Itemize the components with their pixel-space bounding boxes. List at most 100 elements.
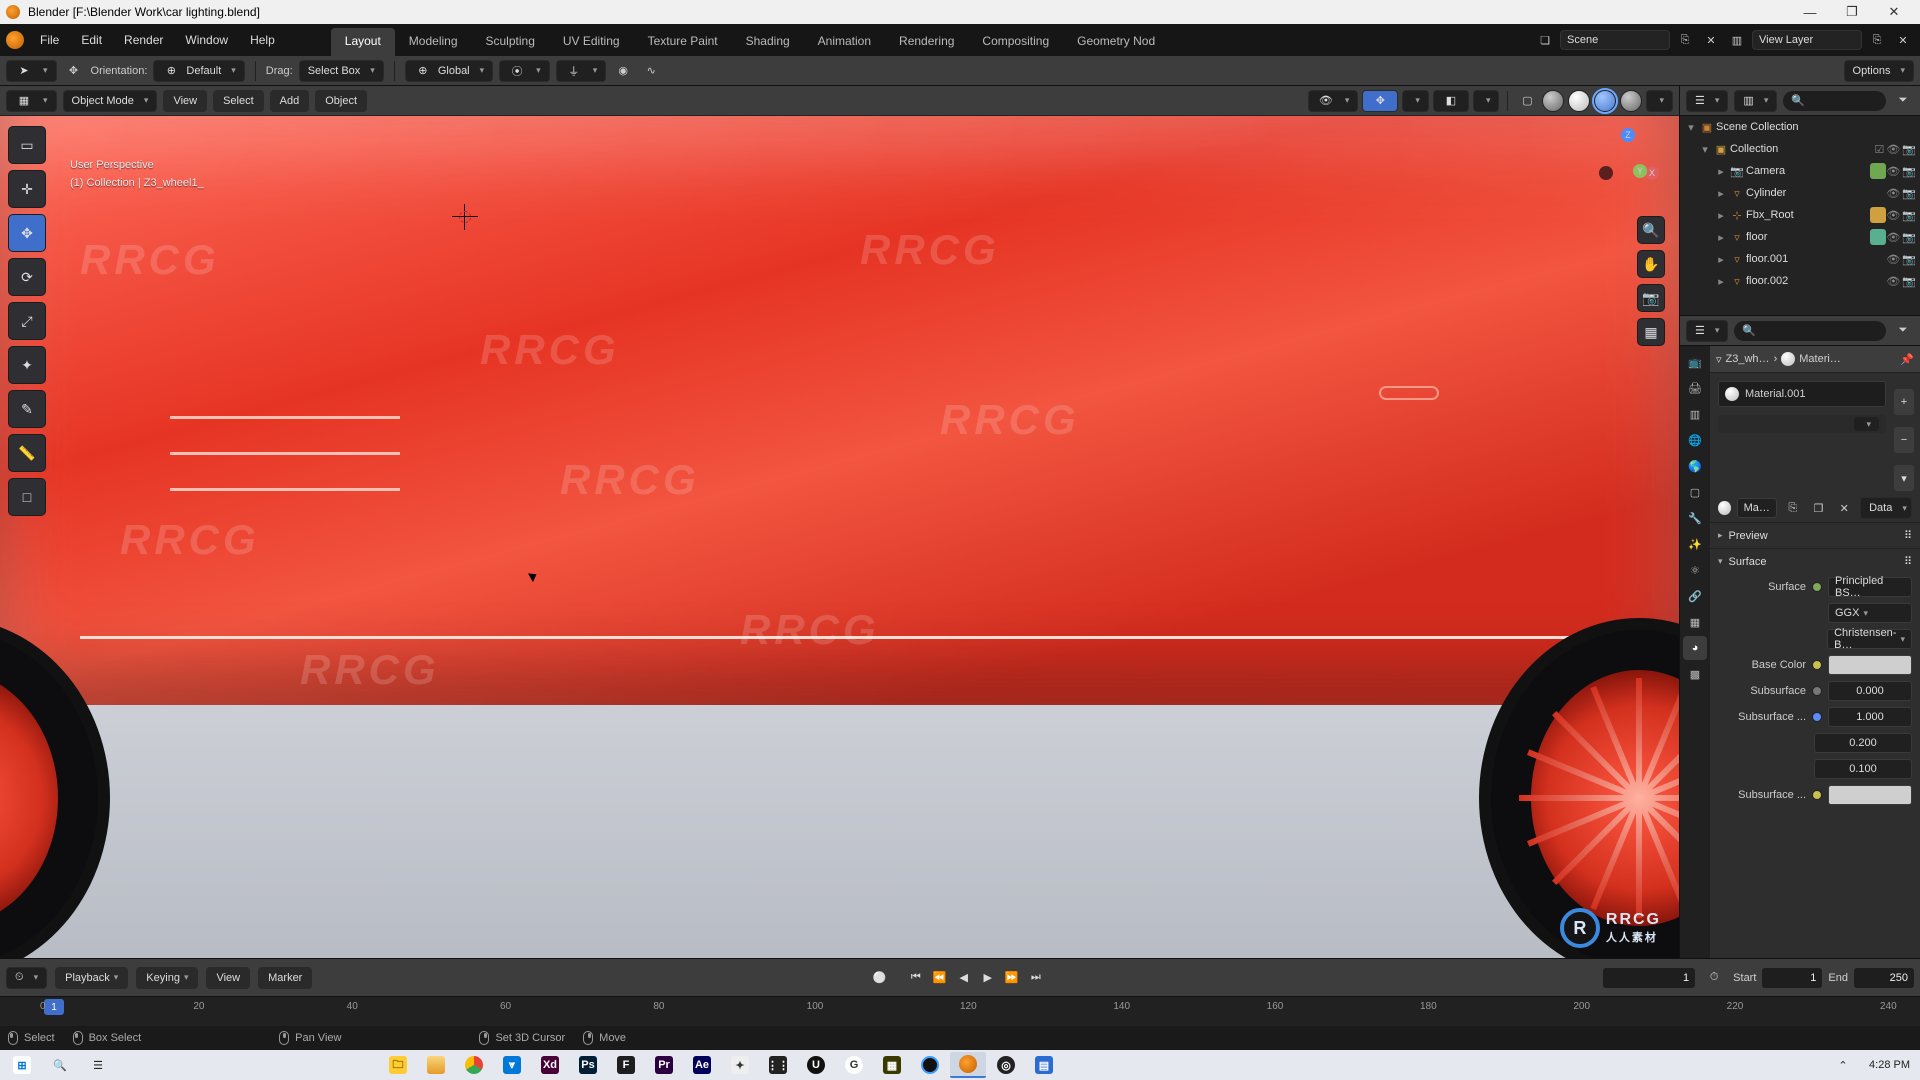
view-layer-field[interactable]: View Layer bbox=[1752, 30, 1862, 50]
material-slot-remove[interactable]: − bbox=[1894, 427, 1914, 453]
snap-select[interactable]: ⏚ bbox=[556, 60, 607, 82]
slot-menu[interactable] bbox=[1853, 416, 1880, 432]
properties-options[interactable]: ⏷ bbox=[1892, 321, 1914, 341]
taskbar-premiere[interactable]: Pr bbox=[646, 1052, 682, 1078]
tool-rotate[interactable]: ⟳ bbox=[8, 258, 46, 296]
taskbar-explorer[interactable]: 🗀 bbox=[380, 1052, 416, 1078]
distribution-select[interactable]: GGX bbox=[1828, 603, 1912, 623]
menu-file[interactable]: File bbox=[30, 29, 69, 51]
scene-new-button[interactable]: ⎘ bbox=[1674, 30, 1696, 50]
tool-add-primitive[interactable]: □ bbox=[8, 478, 46, 516]
tab-modeling[interactable]: Modeling bbox=[395, 28, 472, 56]
menu-select-3d[interactable]: Select bbox=[213, 90, 264, 112]
menu-edit[interactable]: Edit bbox=[71, 29, 112, 51]
timeline-keying[interactable]: Keying bbox=[136, 967, 198, 989]
window-close-button[interactable]: ✕ bbox=[1874, 3, 1914, 21]
tool-scale[interactable]: ⤢ bbox=[8, 302, 46, 340]
visibility-select[interactable]: 👁 bbox=[1308, 90, 1359, 112]
play-reverse-button[interactable]: ◀ bbox=[953, 967, 975, 989]
gizmo-options[interactable] bbox=[1402, 90, 1429, 112]
ptab-particles[interactable]: ✨ bbox=[1683, 532, 1707, 556]
play-button[interactable]: ▶ bbox=[977, 967, 999, 989]
ptab-render[interactable]: 📺 bbox=[1683, 350, 1707, 374]
ptab-view-layer[interactable]: ▥ bbox=[1683, 402, 1707, 426]
eye-icon[interactable]: 👁 bbox=[1886, 231, 1900, 244]
material-slot[interactable]: Material.001 bbox=[1718, 381, 1886, 407]
navigation-gizmo[interactable]: Z X Y bbox=[1593, 132, 1663, 202]
disable-chip[interactable] bbox=[1870, 229, 1886, 245]
timeline-editor-type[interactable]: ⏲ bbox=[6, 967, 47, 989]
tab-layout[interactable]: Layout bbox=[331, 28, 395, 56]
taskbar-clock[interactable]: 4:28 PM bbox=[1863, 1059, 1916, 1071]
eye-icon[interactable]: 👁 bbox=[1886, 165, 1900, 178]
breadcrumb-object[interactable]: Z3_wh… bbox=[1726, 353, 1770, 365]
tree-scene-collection[interactable]: ▾▣ Scene Collection bbox=[1680, 116, 1920, 138]
orientation-select[interactable]: ⊕Default bbox=[153, 60, 244, 82]
disable-icon[interactable]: 📷 bbox=[1902, 231, 1916, 244]
menu-render[interactable]: Render bbox=[114, 29, 173, 51]
tree-item[interactable]: ▸▿floor👁📷 bbox=[1680, 226, 1920, 248]
mode-select[interactable]: Object Mode bbox=[63, 90, 158, 112]
outliner-display-mode[interactable]: ▥ bbox=[1734, 90, 1777, 112]
taskbar-figma[interactable]: F bbox=[608, 1052, 644, 1078]
gizmo-toggle[interactable]: ✥ bbox=[1362, 90, 1398, 112]
jump-next-key-button[interactable]: ⏩ bbox=[1001, 967, 1023, 989]
end-frame-field[interactable]: 250 bbox=[1854, 968, 1914, 988]
tool-cursor[interactable]: ✛ bbox=[8, 170, 46, 208]
tree-collection[interactable]: ▾▣ Collection ☑👁📷 bbox=[1680, 138, 1920, 160]
tab-uv-editing[interactable]: UV Editing bbox=[549, 28, 634, 56]
taskbar-xd[interactable]: Xd bbox=[532, 1052, 568, 1078]
tab-sculpting[interactable]: Sculpting bbox=[472, 28, 549, 56]
properties-editor-type[interactable]: ☰ bbox=[1686, 320, 1728, 342]
ptab-mesh[interactable]: ▦ bbox=[1683, 610, 1707, 634]
ptab-material[interactable]: ◕ bbox=[1683, 636, 1707, 660]
disable-chip[interactable] bbox=[1870, 207, 1886, 223]
taskbar-photoshop[interactable]: Ps bbox=[570, 1052, 606, 1078]
subsurface-radius-z[interactable]: 0.100 bbox=[1814, 759, 1912, 779]
menu-window[interactable]: Window bbox=[175, 29, 238, 51]
use-preview-range[interactable]: ⏱ bbox=[1703, 968, 1725, 988]
taskbar-chrome[interactable] bbox=[456, 1052, 492, 1078]
tree-item[interactable]: ▸▿floor.001👁📷 bbox=[1680, 248, 1920, 270]
disable-icon[interactable]: 📷 bbox=[1902, 275, 1916, 288]
shading-wireframe[interactable] bbox=[1542, 90, 1564, 112]
scene-browse-icon[interactable]: ❏ bbox=[1534, 30, 1556, 50]
base-color-swatch[interactable] bbox=[1828, 655, 1912, 675]
properties-search[interactable]: 🔍 bbox=[1734, 321, 1886, 341]
eye-icon[interactable]: 👁 bbox=[1886, 253, 1900, 266]
axis-neg-x-icon[interactable] bbox=[1599, 166, 1613, 180]
current-frame-field[interactable]: 1 bbox=[1603, 968, 1695, 988]
tab-texture-paint[interactable]: Texture Paint bbox=[634, 28, 732, 56]
tool-transform[interactable]: ✦ bbox=[8, 346, 46, 384]
camera-view-button[interactable]: 📷 bbox=[1637, 284, 1665, 312]
start-frame-field[interactable]: 1 bbox=[1762, 968, 1822, 988]
subsurface-radius-x[interactable]: 1.000 bbox=[1828, 707, 1912, 727]
layer-delete-button[interactable]: ✕ bbox=[1892, 30, 1914, 50]
playhead[interactable]: 1 bbox=[44, 999, 64, 1015]
breadcrumb-material[interactable]: Materi… bbox=[1799, 353, 1841, 365]
editor-type-select[interactable]: ▦ bbox=[6, 90, 57, 112]
drag-select[interactable]: Select Box bbox=[299, 60, 384, 82]
tab-geometry-nodes[interactable]: Geometry Nod bbox=[1063, 28, 1169, 56]
socket-float-icon[interactable] bbox=[1812, 686, 1822, 696]
autokey-toggle[interactable]: ⚪ bbox=[869, 967, 891, 989]
taskbar-search[interactable]: 🔍 bbox=[42, 1052, 78, 1078]
axis-y-icon[interactable]: Y bbox=[1633, 164, 1647, 178]
material-slot-menu[interactable]: ▾ bbox=[1894, 465, 1914, 491]
subsurface-value[interactable]: 0.000 bbox=[1828, 681, 1912, 701]
surface-shader-field[interactable]: Principled BS… bbox=[1828, 577, 1912, 597]
tab-compositing[interactable]: Compositing bbox=[968, 28, 1063, 56]
ptab-modifiers[interactable]: 🔧 bbox=[1683, 506, 1707, 530]
tab-shading[interactable]: Shading bbox=[732, 28, 804, 56]
axis-x-icon[interactable]: X bbox=[1645, 166, 1659, 180]
tree-item[interactable]: ▸📷Camera👁📷 bbox=[1680, 160, 1920, 182]
viewport-canvas[interactable]: User Perspective (1) Collection | Z3_whe… bbox=[0, 116, 1679, 958]
transform-space-select[interactable]: ⊕Global bbox=[405, 60, 493, 82]
disable-chip[interactable] bbox=[1870, 163, 1886, 179]
socket-shader-icon[interactable] bbox=[1812, 582, 1822, 592]
socket-vector-icon[interactable] bbox=[1812, 712, 1822, 722]
tree-item[interactable]: ▸▿floor.002👁📷 bbox=[1680, 270, 1920, 292]
taskbar-unreal[interactable]: U bbox=[798, 1052, 834, 1078]
window-maximize-button[interactable]: ❐ bbox=[1832, 3, 1872, 21]
disable-icon[interactable]: 📷 bbox=[1902, 253, 1916, 266]
